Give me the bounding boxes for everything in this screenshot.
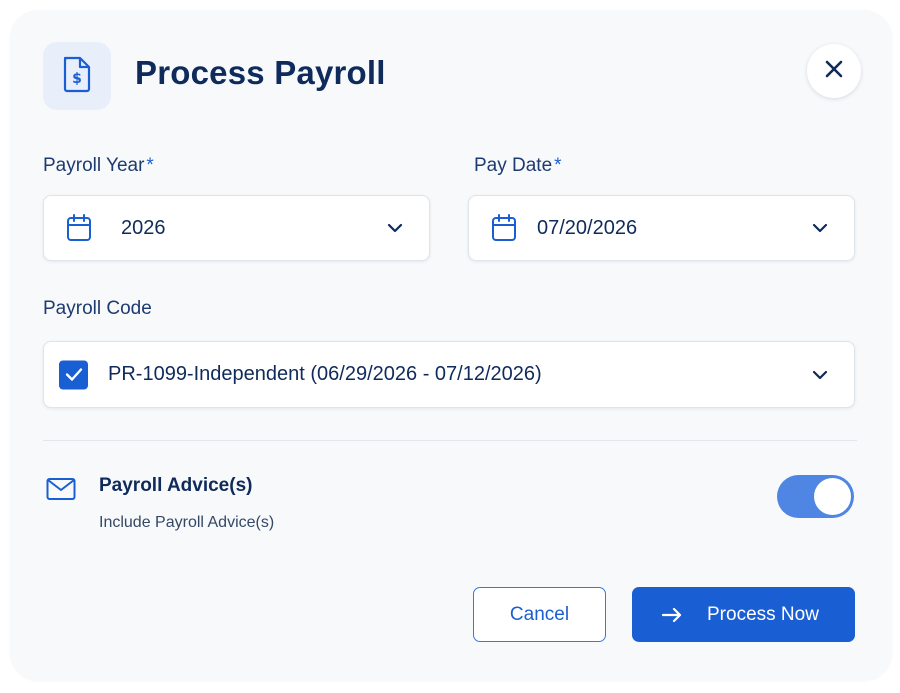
calendar-icon (491, 214, 517, 242)
payroll-code-label: Payroll Code (43, 298, 152, 319)
header-icon-container: $ (43, 42, 111, 110)
payroll-advice-toggle[interactable] (777, 475, 854, 518)
required-mark: * (554, 155, 562, 176)
process-now-button[interactable]: Process Now (632, 587, 855, 642)
pay-date-select[interactable]: 07/20/2026 (468, 195, 855, 261)
payroll-advice-title: Payroll Advice(s) (99, 475, 253, 496)
mail-icon (46, 477, 76, 501)
payroll-year-value: 2026 (121, 216, 166, 239)
required-mark: * (146, 155, 154, 176)
process-payroll-dialog: $ Process Payroll Payroll Year* 2026 Pa (10, 10, 892, 680)
payroll-code-checkbox[interactable] (59, 360, 88, 389)
chevron-down-icon (812, 223, 828, 233)
dollar-document-icon: $ (60, 55, 94, 98)
close-icon (824, 59, 844, 84)
payroll-year-select[interactable]: 2026 (43, 195, 430, 261)
chevron-down-icon (812, 370, 828, 380)
divider (43, 440, 857, 441)
dialog-title: Process Payroll (135, 54, 386, 91)
payroll-advice-subtitle: Include Payroll Advice(s) (99, 514, 275, 531)
pay-date-label: Pay Date * (474, 155, 562, 177)
payroll-year-label: Payroll Year * (43, 155, 154, 177)
payroll-year-label-text: Payroll Year (43, 155, 145, 176)
payroll-code-select[interactable]: PR-1099-Independent (06/29/2026 - 07/12/… (43, 341, 855, 408)
payroll-code-value: PR-1099-Independent (06/29/2026 - 07/12/… (108, 363, 542, 385)
cancel-button[interactable]: Cancel (473, 587, 606, 642)
close-button[interactable] (807, 44, 861, 98)
process-now-label: Process Now (707, 603, 819, 625)
pay-date-label-text: Pay Date (474, 155, 553, 176)
arrow-right-icon (662, 607, 682, 623)
svg-text:$: $ (72, 71, 82, 87)
chevron-down-icon (387, 223, 403, 233)
toggle-knob (814, 478, 851, 515)
pay-date-value: 07/20/2026 (537, 216, 638, 239)
calendar-icon (66, 214, 92, 242)
